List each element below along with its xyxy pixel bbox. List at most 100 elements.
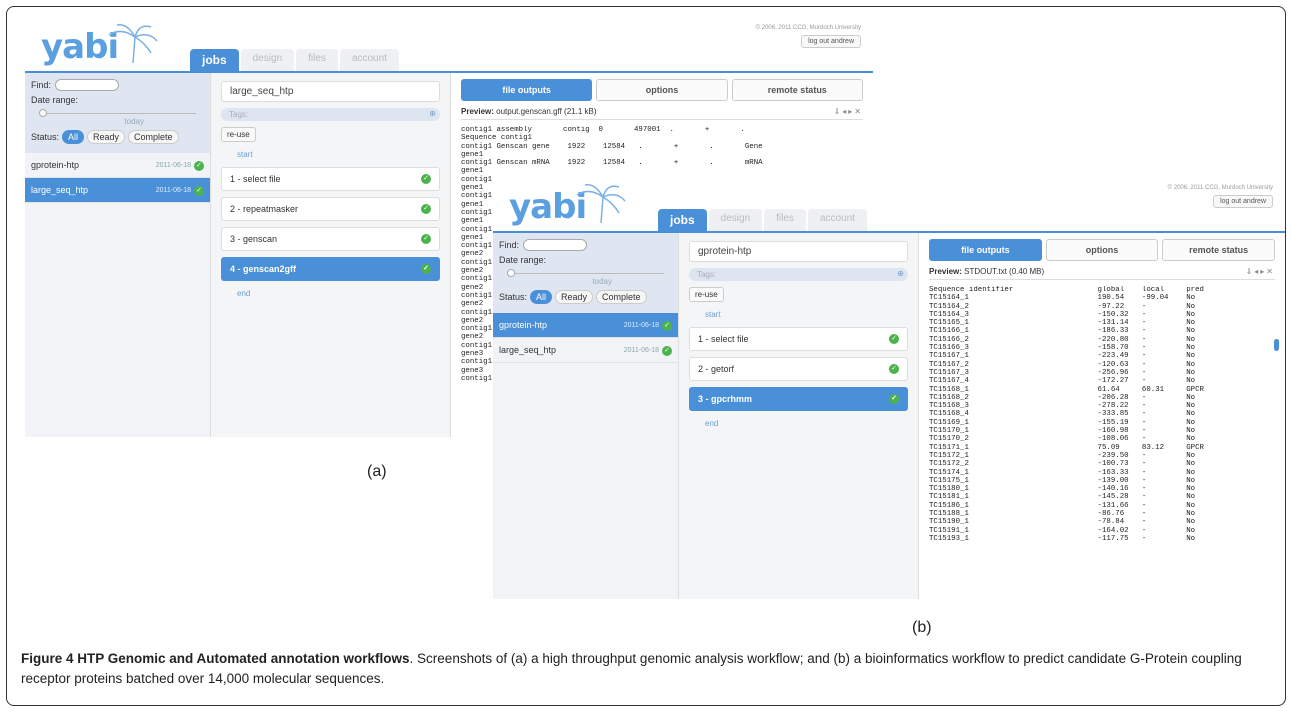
- reuse-button[interactable]: re-use: [689, 287, 724, 302]
- tab-design[interactable]: design: [240, 49, 295, 71]
- options-button[interactable]: options: [596, 79, 728, 101]
- workflow-step[interactable]: 2 - getorf ✓: [689, 357, 908, 381]
- job-sidebar: Find: Date range: today Status: All Read…: [493, 233, 679, 599]
- main-tabs: jobs design files account: [190, 49, 399, 71]
- add-tag-icon[interactable]: ⊕: [897, 269, 904, 278]
- logout-button[interactable]: log out andrew: [801, 35, 861, 48]
- status-complete-pill[interactable]: Complete: [128, 130, 179, 144]
- scrollbar[interactable]: [1274, 339, 1279, 351]
- copyright: © 2006, 2011 CCG, Murdoch University: [755, 25, 861, 31]
- job-item[interactable]: large_seq_htp 2011-06-18 ✓: [493, 338, 678, 363]
- preview-controls-icon[interactable]: ⇓◂▸✕: [834, 107, 863, 116]
- remote-status-button[interactable]: remote status: [1162, 239, 1276, 261]
- file-outputs-button[interactable]: file outputs: [461, 79, 593, 101]
- date-range-slider[interactable]: [39, 109, 196, 117]
- output-buttons: file outputs options remote status: [461, 79, 863, 101]
- job-item-selected[interactable]: gprotein-htp 2011-06-18 ✓: [493, 313, 678, 338]
- copyright: © 2006, 2011 CCG, Murdoch University: [1167, 185, 1273, 191]
- filter-panel: Find: Date range: today Status: All Read…: [25, 73, 210, 153]
- preview-file: output.genscan.gff (21.1 kB): [496, 107, 597, 116]
- workflow-step-selected[interactable]: 4 - genscan2gff ✓: [221, 257, 440, 281]
- slider-knob[interactable]: [39, 109, 47, 117]
- panel-label-a: (a): [367, 463, 387, 480]
- workflow-step[interactable]: 1 - select file ✓: [689, 327, 908, 351]
- start-label: start: [705, 310, 721, 319]
- output-buttons: file outputs options remote status: [929, 239, 1276, 261]
- job-name-field[interactable]: large_seq_htp: [221, 81, 440, 102]
- tab-account[interactable]: account: [807, 209, 867, 231]
- job-item[interactable]: gprotein-htp 2011-06-18 ✓: [25, 153, 210, 178]
- slider-knob[interactable]: [507, 269, 515, 277]
- find-label: Find:: [31, 80, 52, 90]
- date-range-label: Date range:: [499, 255, 547, 265]
- workflow-step[interactable]: 3 - genscan ✓: [221, 227, 440, 251]
- reuse-button[interactable]: re-use: [221, 127, 256, 142]
- file-outputs-button[interactable]: file outputs: [929, 239, 1042, 261]
- preview-bar: Preview: STDOUT.txt (0.40 MB) ⇓◂▸✕: [929, 267, 1275, 280]
- tab-jobs[interactable]: jobs: [190, 49, 239, 71]
- preview-controls-icon[interactable]: ⇓◂▸✕: [1246, 267, 1275, 276]
- check-icon: ✓: [889, 364, 899, 374]
- find-input[interactable]: [55, 79, 120, 91]
- status-ready-pill[interactable]: Ready: [555, 290, 594, 304]
- status-all-pill[interactable]: All: [530, 290, 553, 304]
- screenshot-b: yabi jobs design files account © 2006, 2…: [493, 173, 1285, 599]
- workflow-step-selected[interactable]: 3 - gpcrhmm ✓: [689, 387, 908, 411]
- tab-files[interactable]: files: [296, 49, 338, 71]
- workflow-step[interactable]: 2 - repeatmasker ✓: [221, 197, 440, 221]
- header: yabi jobs design files account © 2006, 2…: [493, 173, 1285, 233]
- check-icon: ✓: [194, 186, 204, 196]
- output-panel: file outputs options remote status Previ…: [919, 233, 1285, 599]
- check-icon: ✓: [421, 204, 431, 214]
- filter-panel: Find: Date range: today Status: All Read…: [493, 233, 678, 313]
- job-list: gprotein-htp 2011-06-18 ✓ large_seq_htp 201…: [493, 313, 678, 363]
- preview-file: STDOUT.txt (0.40 MB): [964, 267, 1045, 276]
- tab-account[interactable]: account: [339, 49, 399, 71]
- preview-text: Sequence identifier global local pred TC…: [929, 286, 1204, 543]
- header: yabi jobs design files account © 2006, 2…: [25, 13, 873, 73]
- status-all-pill[interactable]: All: [62, 130, 85, 144]
- today-label: today: [592, 277, 612, 286]
- logout-button[interactable]: log out andrew: [1213, 195, 1273, 208]
- palm-tree-icon: [576, 184, 626, 223]
- date-range-label: Date range:: [31, 95, 79, 105]
- find-input[interactable]: [523, 239, 588, 251]
- options-button[interactable]: options: [1045, 239, 1159, 261]
- start-label: start: [237, 150, 253, 159]
- tags-field[interactable]: Tags: ⊕: [689, 268, 908, 281]
- add-tag-icon[interactable]: ⊕: [429, 109, 436, 118]
- workflow-panel: gprotein-htp Tags: ⊕ re-use start 1 - sel…: [679, 233, 919, 599]
- end-label: end: [237, 289, 251, 298]
- job-name-field[interactable]: gprotein-htp: [689, 241, 908, 262]
- job-list: gprotein-htp 2011-06-18 ✓ large_seq_htp 201…: [25, 153, 210, 203]
- palm-tree-icon: [108, 24, 158, 63]
- tab-design[interactable]: design: [708, 209, 763, 231]
- panel-label-b: (b): [912, 619, 932, 636]
- job-sidebar: Find: Date range: today Status: All Read…: [25, 73, 211, 437]
- workflow-step[interactable]: 1 - select file ✓: [221, 167, 440, 191]
- check-icon: ✓: [194, 161, 204, 171]
- find-label: Find:: [499, 240, 520, 250]
- check-icon: ✓: [421, 174, 431, 184]
- tags-field[interactable]: Tags: ⊕: [221, 108, 440, 121]
- job-item-selected[interactable]: large_seq_htp 2011-06-18 ✓: [25, 178, 210, 203]
- status-label: Status:: [499, 292, 528, 302]
- remote-status-button[interactable]: remote status: [731, 79, 863, 101]
- tab-jobs[interactable]: jobs: [658, 209, 707, 231]
- check-icon: ✓: [662, 346, 672, 356]
- figure-caption: Figure 4 HTP Genomic and Automated annot…: [21, 649, 1279, 689]
- check-icon: ✓: [421, 234, 431, 244]
- workflow-panel: large_seq_htp Tags: ⊕ re-use start 1 - se…: [211, 73, 451, 437]
- check-icon: ✓: [421, 264, 431, 274]
- main-tabs: jobs design files account: [658, 209, 867, 231]
- check-icon: ✓: [889, 394, 899, 404]
- status-complete-pill[interactable]: Complete: [596, 290, 647, 304]
- preview-bar: Preview: output.genscan.gff (21.1 kB) ⇓◂…: [461, 107, 863, 120]
- date-range-slider[interactable]: [507, 269, 664, 277]
- today-label: today: [124, 117, 144, 126]
- tab-files[interactable]: files: [764, 209, 806, 231]
- check-icon: ✓: [662, 321, 672, 331]
- status-ready-pill[interactable]: Ready: [87, 130, 126, 144]
- figure-frame: yabi jobs design files account © 2006, 2…: [6, 6, 1286, 706]
- status-filter: Status: All Ready Complete: [31, 130, 204, 144]
